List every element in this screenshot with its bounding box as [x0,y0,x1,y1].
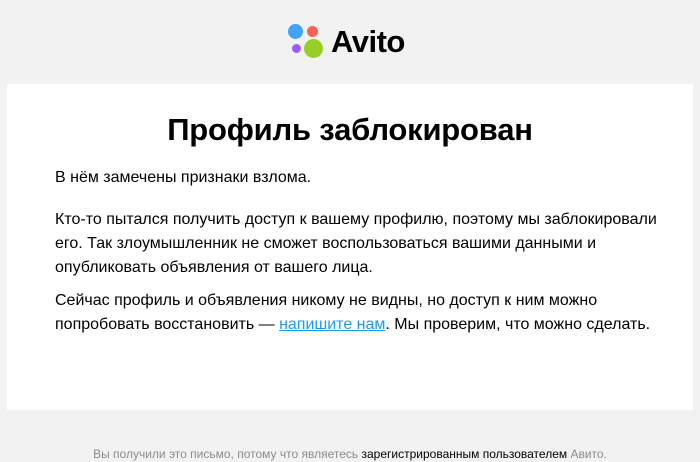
avito-logo-icon [287,22,327,62]
logo-dot-purple [292,44,301,53]
paragraph-hack-signs: В нём замечены признаки взлома. [55,169,312,186]
contact-us-link[interactable]: напишите нам [279,316,385,333]
message-card: Профиль заблокирован В нём замечены приз… [7,84,693,410]
paragraph-blocked-reason: Кто-то пытался получить доступ к вашему … [55,211,657,276]
page-title: Профиль заблокирован [167,112,533,147]
logo-dot-blue [288,24,303,39]
restore-text-after: . Мы проверим, что можно сделать. [385,316,651,333]
logo-wordmark: Avito [331,24,405,59]
paragraph-restore: Сейчас профиль и объявления никому не ви… [55,289,665,337]
email-footer: Вы получили это письмо, потому что являе… [0,446,700,462]
email-header: Avito [0,0,700,84]
avito-logo[interactable]: Avito [287,22,405,62]
logo-dot-red [307,26,318,37]
logo-dot-green [304,39,323,58]
